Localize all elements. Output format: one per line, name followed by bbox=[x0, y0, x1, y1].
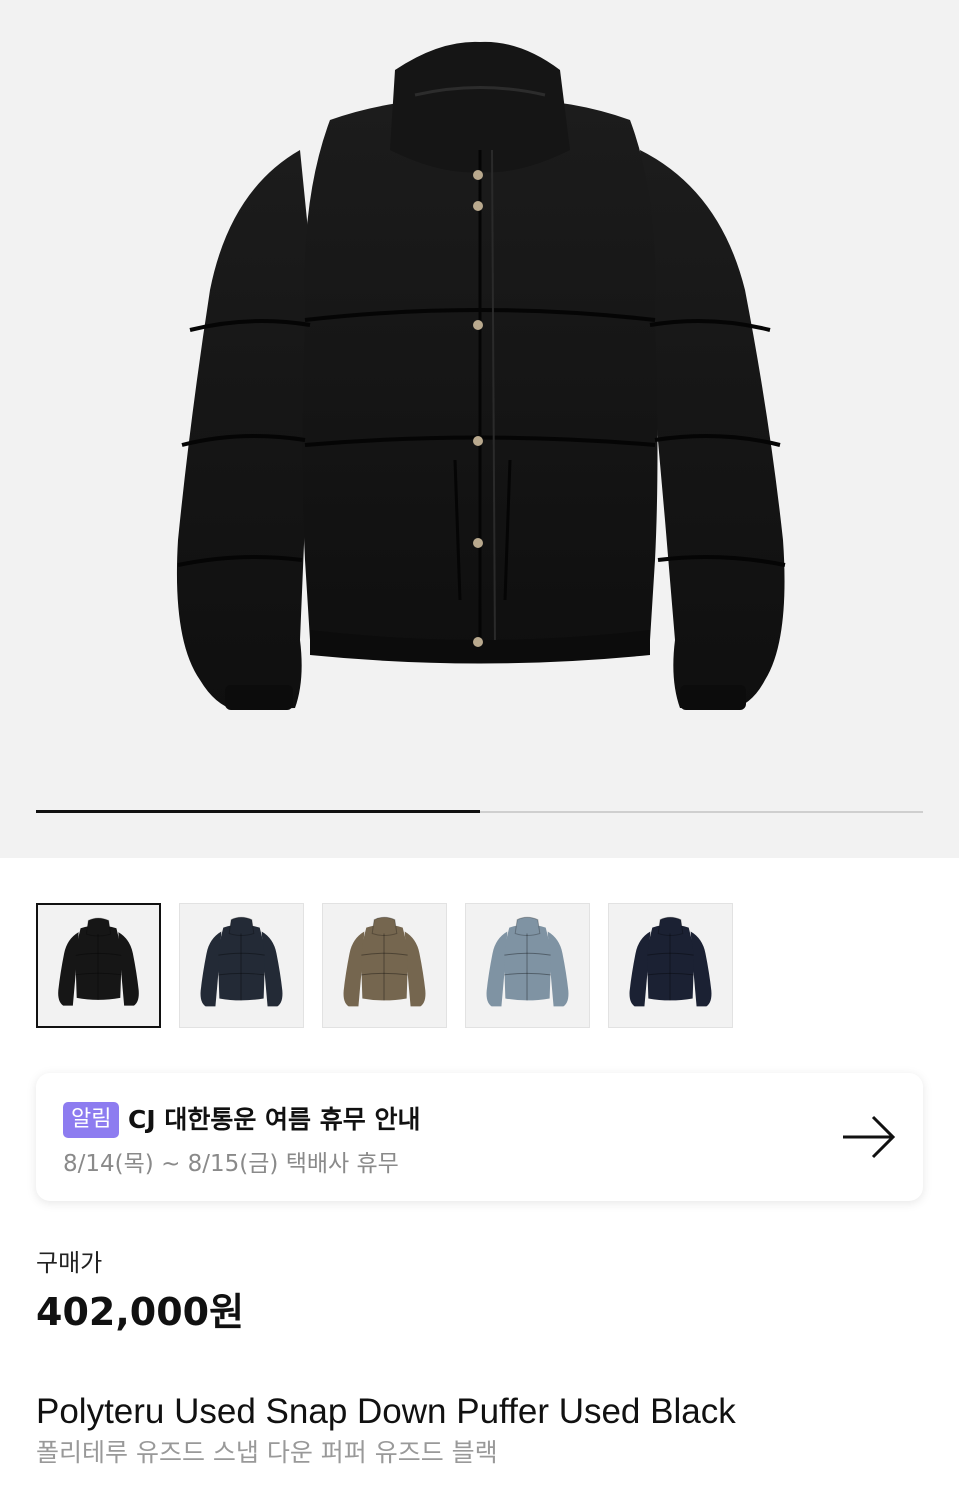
thumb-charcoal-navy[interactable] bbox=[179, 903, 304, 1028]
price-label: 구매가 bbox=[36, 1249, 103, 1277]
product-name-english: Polyteru Used Snap Down Puffer Used Blac… bbox=[36, 1392, 736, 1431]
notice-title: CJ 대한통운 여름 휴무 안내 bbox=[128, 1105, 421, 1134]
jacket-thumbnail-image bbox=[343, 916, 426, 1007]
thumb-grey-blue[interactable] bbox=[465, 903, 590, 1028]
shipping-notice-card[interactable]: 알림 CJ 대한통운 여름 휴무 안내 8/14(목) ~ 8/15(금) 택배… bbox=[36, 1073, 923, 1201]
product-image-gallery[interactable] bbox=[0, 0, 959, 858]
jacket-thumbnail-image bbox=[486, 916, 569, 1007]
price-value: 402,000원 bbox=[36, 1290, 245, 1334]
thumbnail-strip bbox=[36, 903, 733, 1028]
gallery-progress-fill bbox=[36, 810, 480, 813]
arrow-right-icon[interactable] bbox=[841, 1113, 897, 1161]
jacket-thumbnail-image bbox=[200, 916, 283, 1007]
gallery-progress-bar bbox=[36, 810, 923, 813]
thumb-brown[interactable] bbox=[322, 903, 447, 1028]
thumb-black[interactable] bbox=[36, 903, 161, 1028]
product-image bbox=[176, 41, 786, 710]
thumb-navy[interactable] bbox=[608, 903, 733, 1028]
notice-badge: 알림 bbox=[63, 1102, 120, 1138]
jacket-thumbnail-image bbox=[629, 916, 712, 1007]
jacket-thumbnail-image bbox=[58, 917, 139, 1006]
product-name-korean: 폴리테루 유즈드 스냅 다운 퍼퍼 유즈드 블랙 bbox=[36, 1438, 498, 1467]
notice-subtitle: 8/14(목) ~ 8/15(금) 택배사 휴무 bbox=[63, 1151, 399, 1177]
